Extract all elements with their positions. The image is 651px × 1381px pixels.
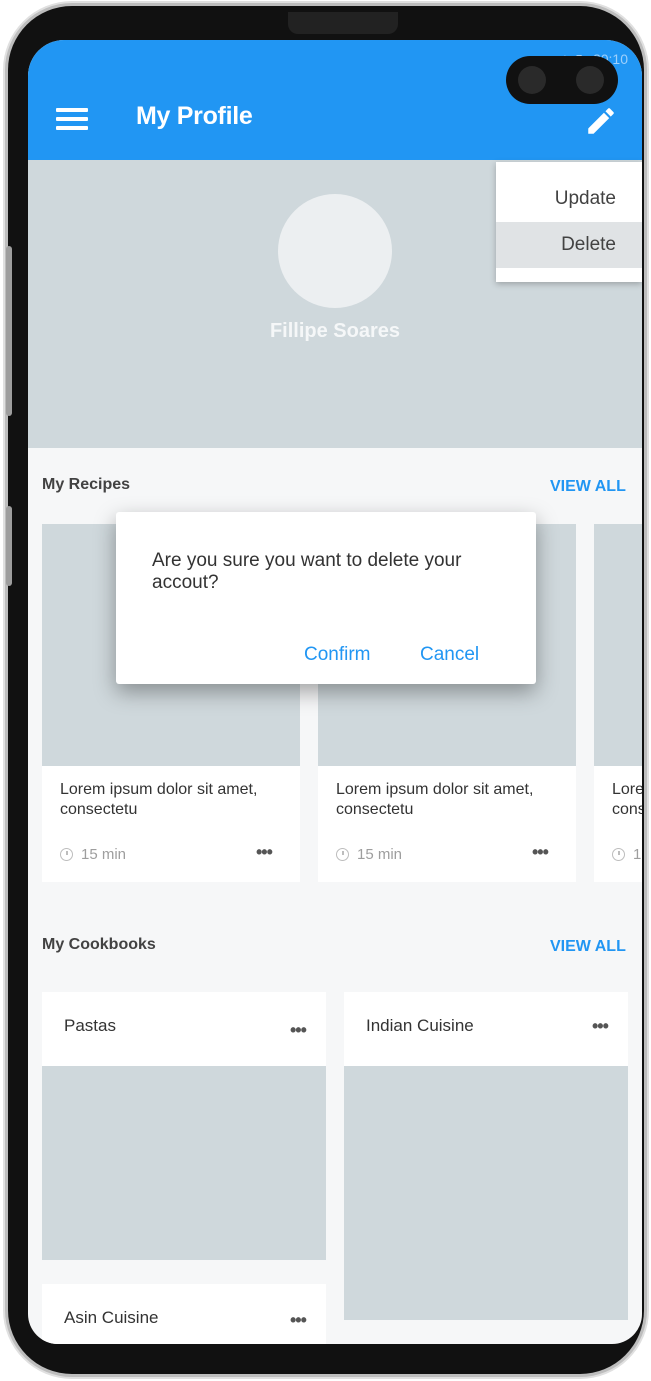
cookbook-title: Indian Cuisine	[366, 1016, 474, 1035]
cookbook-title: Asin Cuisine	[64, 1308, 159, 1327]
cookbooks-view-all-link[interactable]: VIEW ALL	[550, 938, 626, 956]
cookbook-card[interactable]: Pastas •••	[42, 992, 326, 1260]
camera-lens	[576, 66, 604, 94]
delete-account-dialog: Are you sure you want to delete your acc…	[116, 512, 536, 684]
recipes-section-title: My Recipes	[42, 476, 131, 493]
cookbook-image	[344, 1066, 628, 1320]
hamburger-menu-icon[interactable]	[56, 108, 88, 130]
clock-icon	[60, 848, 73, 861]
recipe-card[interactable]: Lorem ipsum dolor sit amet, consectetu 1…	[594, 524, 642, 882]
side-button	[6, 246, 12, 416]
clock-icon	[612, 848, 625, 861]
dialog-message: Are you sure you want to delete your acc…	[152, 550, 462, 593]
recipes-view-all-link[interactable]: VIEW ALL	[550, 478, 626, 496]
menu-item-update[interactable]: Update	[496, 176, 642, 222]
recipe-time-label: 15 min	[633, 846, 642, 863]
cancel-button[interactable]: Cancel	[420, 644, 479, 666]
cookbook-card[interactable]: Asin Cuisine •••	[42, 1284, 326, 1344]
more-dots-icon[interactable]: •••	[290, 1310, 307, 1331]
avatar[interactable]	[278, 194, 392, 308]
cookbook-title: Pastas	[64, 1016, 116, 1035]
cookbook-image	[42, 1066, 326, 1260]
cookbook-card[interactable]: Indian Cuisine •••	[344, 992, 628, 1320]
recipe-title: Lorem ipsum dolor sit amet, consectetu	[612, 781, 642, 818]
recipe-title: Lorem ipsum dolor sit amet, consectetu	[336, 781, 534, 818]
more-dots-icon[interactable]: •••	[532, 842, 549, 863]
recipe-time: 15 min	[60, 846, 126, 863]
profile-name: Fillipe Soares	[269, 320, 401, 342]
app-bar: ▾ ◢ ▮ 20:10 My Profile	[28, 40, 642, 160]
app-screen: ▾ ◢ ▮ 20:10 My Profile Fillipe Soares Up…	[28, 40, 642, 1344]
more-dots-icon[interactable]: •••	[592, 1016, 609, 1037]
clock-icon	[336, 848, 349, 861]
recipe-time: 15 min	[336, 846, 402, 863]
more-dots-icon[interactable]: •••	[256, 842, 273, 863]
confirm-button[interactable]: Confirm	[304, 644, 371, 666]
page-title: My Profile	[136, 102, 253, 130]
recipe-time-label: 15 min	[357, 846, 403, 863]
overflow-menu: Update Delete	[496, 162, 642, 282]
menu-item-delete[interactable]: Delete	[496, 222, 642, 268]
speaker-notch	[288, 12, 398, 34]
camera-lens	[518, 66, 546, 94]
recipe-time-label: 15 min	[81, 846, 127, 863]
edit-pencil-icon[interactable]	[584, 104, 618, 138]
cookbooks-section-title: My Cookbooks	[42, 936, 156, 953]
side-button	[6, 506, 12, 586]
recipe-title: Lorem ipsum dolor sit amet, consectetu	[60, 781, 258, 818]
recipe-image	[594, 524, 642, 766]
front-camera	[506, 56, 618, 104]
more-dots-icon[interactable]: •••	[290, 1020, 307, 1041]
recipe-time: 15 min	[612, 846, 642, 863]
